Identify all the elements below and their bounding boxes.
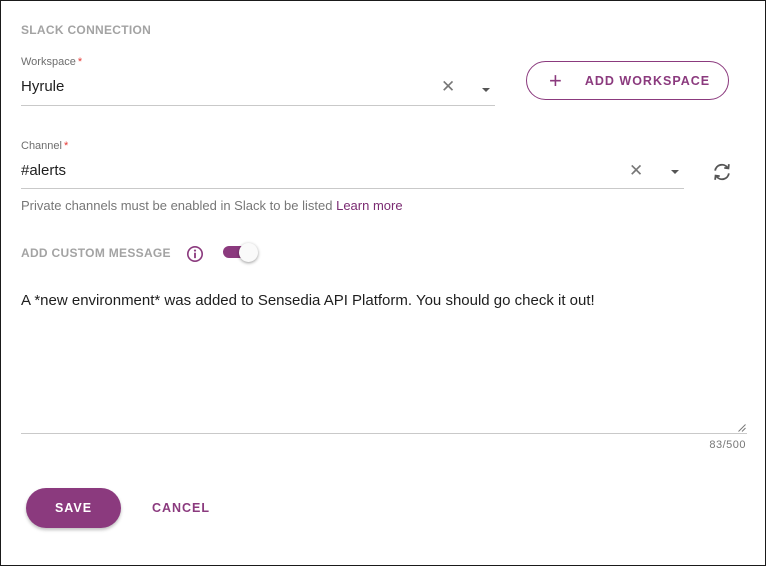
add-workspace-button[interactable]: + ADD WORKSPACE — [526, 61, 729, 100]
resize-grip-icon[interactable] — [738, 424, 746, 432]
workspace-label-text: Workspace — [21, 56, 76, 68]
info-icon[interactable] — [186, 245, 204, 263]
workspace-field[interactable]: Workspace * Hyrule — [21, 56, 495, 106]
cancel-button[interactable]: CANCEL — [140, 488, 222, 528]
close-icon[interactable]: ✕ — [629, 162, 643, 179]
workspace-value: Hyrule — [21, 78, 65, 95]
custom-message-textarea[interactable]: A *new environment* was added to Sensedi… — [21, 291, 747, 433]
section-title: SLACK CONNECTION — [21, 23, 152, 37]
required-mark: * — [63, 140, 69, 152]
private-channels-hint: Private channels must be enabled in Slac… — [21, 198, 403, 213]
channel-value: #alerts — [21, 162, 67, 179]
add-workspace-label: ADD WORKSPACE — [584, 73, 711, 88]
channel-field[interactable]: Channel * #alerts — [21, 140, 684, 190]
channel-label: Channel * — [21, 140, 68, 152]
character-counter: 83/500 — [709, 439, 746, 451]
hint-text: Private channels must be enabled in Slac… — [21, 198, 333, 213]
learn-more-link[interactable]: Learn more — [336, 198, 402, 213]
refresh-icon[interactable] — [711, 161, 733, 183]
textarea-underline — [21, 433, 747, 434]
required-mark: * — [77, 56, 83, 68]
caret-down-icon[interactable] — [482, 88, 490, 92]
close-icon[interactable]: ✕ — [441, 78, 455, 95]
workspace-label: Workspace * — [21, 56, 82, 68]
workspace-underline — [21, 105, 495, 106]
channel-label-text: Channel — [21, 140, 62, 152]
toggle-thumb[interactable] — [239, 243, 258, 262]
plus-icon: + — [549, 67, 563, 93]
channel-underline — [21, 188, 684, 189]
save-button[interactable]: SAVE — [26, 488, 121, 528]
custom-message-label: ADD CUSTOM MESSAGE — [21, 246, 171, 260]
caret-down-icon[interactable] — [671, 170, 679, 174]
